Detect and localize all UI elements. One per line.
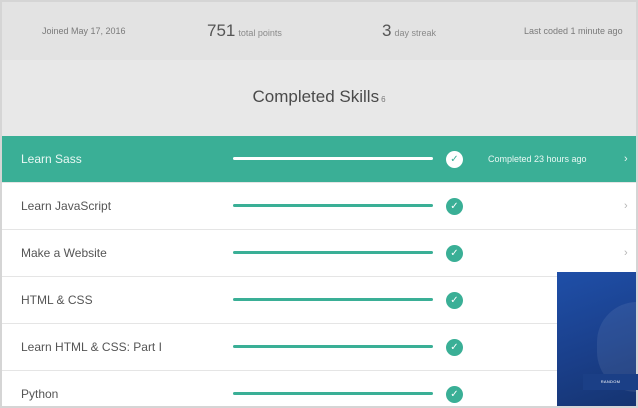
- streak-value: 3: [382, 21, 392, 40]
- chevron-right-icon[interactable]: ›: [624, 136, 628, 182]
- skill-row[interactable]: Learn HTML & CSS: Part I ✓: [2, 324, 636, 371]
- skill-row[interactable]: Learn Sass ✓ Completed 23 hours ago ›: [2, 136, 636, 183]
- last-coded: Last coded 1 minute ago: [524, 26, 623, 36]
- skills-header: Completed Skills 6: [2, 60, 636, 136]
- check-circle-icon: ✓: [446, 198, 463, 215]
- skill-row[interactable]: Learn JavaScript ✓ ›: [2, 183, 636, 230]
- skill-row[interactable]: Make a Website ✓ ›: [2, 230, 636, 277]
- page-title: Completed Skills 6: [2, 87, 636, 107]
- check-circle-icon: ✓: [446, 245, 463, 262]
- skill-name: Make a Website: [21, 246, 107, 260]
- skill-name: Learn Sass: [21, 152, 82, 166]
- points-value: 751: [207, 21, 236, 40]
- completion-status: Completed 23 hours ago: [488, 154, 587, 164]
- skill-row[interactable]: HTML & CSS ✓: [2, 277, 636, 324]
- skill-name: Learn JavaScript: [21, 199, 112, 213]
- skill-row[interactable]: Python ✓: [2, 371, 636, 406]
- check-circle-icon: ✓: [446, 151, 463, 168]
- promo-label: RANDOM: [583, 374, 638, 390]
- check-circle-icon: ✓: [446, 292, 463, 309]
- chevron-right-icon[interactable]: ›: [624, 183, 628, 229]
- progress-bar: [233, 204, 433, 207]
- skill-name: HTML & CSS: [21, 293, 93, 307]
- profile-panel: Joined May 17, 2016 751 total points 3 day…: [0, 0, 638, 408]
- points-label: total points: [238, 28, 282, 38]
- streak-label: day streak: [394, 28, 436, 38]
- check-circle-icon: ✓: [446, 386, 463, 403]
- page-title-text: Completed Skills: [252, 87, 380, 106]
- skill-name: Python: [21, 387, 59, 401]
- day-streak: 3 day streak: [382, 2, 436, 60]
- skill-name: Learn HTML & CSS: Part I: [21, 340, 162, 354]
- chevron-right-icon[interactable]: ›: [624, 230, 628, 276]
- check-circle-icon: ✓: [446, 339, 463, 356]
- progress-bar: [233, 157, 433, 160]
- skill-list: Learn Sass ✓ Completed 23 hours ago › Learn …: [2, 136, 636, 406]
- progress-bar: [233, 298, 433, 301]
- joined-date: Joined May 17, 2016: [42, 26, 126, 36]
- stats-bar: Joined May 17, 2016 751 total points 3 day…: [2, 2, 636, 60]
- progress-bar: [233, 345, 433, 348]
- progress-bar: [233, 251, 433, 254]
- total-points: 751 total points: [207, 2, 282, 60]
- progress-bar: [233, 392, 433, 395]
- skills-count: 6: [381, 95, 386, 104]
